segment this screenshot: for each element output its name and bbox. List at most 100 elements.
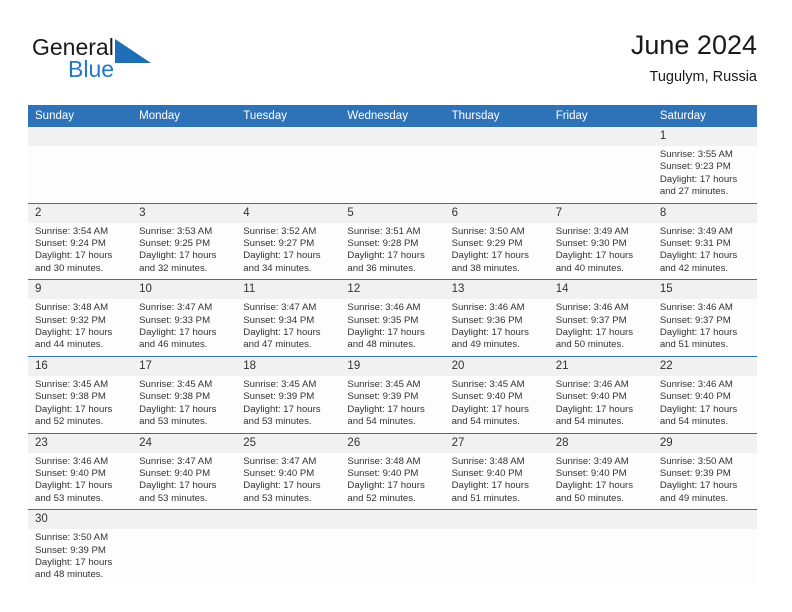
sunrise-text: Sunrise: 3:46 AM [451,302,525,314]
day-sun-info: Sunrise: 3:46 AM Sunset: 9:36 PM Daylight:… [445,299,549,356]
daylight-text-line1: Daylight: 17 hours [139,403,217,415]
calendar-day-cell[interactable]: 18 Sunrise: 3:45 AM Sunset: 9:39 PM Dayligh… [236,355,341,433]
sunset-text: Sunset: 9:24 PM [35,238,106,250]
sunrise-text: Sunrise: 3:46 AM [35,455,109,467]
sunrise-text: Sunrise: 3:47 AM [243,302,317,314]
daylight-text-line1: Daylight: 17 hours [659,173,738,185]
calendar-day-cell[interactable]: 2 Sunrise: 3:54 AM Sunset: 9:24 PM Daylight… [28,202,133,280]
daylight-text-line1: Daylight: 17 hours [659,480,738,492]
calendar-cell-empty [236,127,341,204]
calendar-day-cell[interactable]: 23 Sunrise: 3:46 AM Sunset: 9:40 PM Dayligh… [28,432,133,510]
calendar-day-cell[interactable]: 27 Sunrise: 3:48 AM Sunset: 9:40 PM Dayligh… [444,432,549,510]
calendar-day-cell[interactable]: 20 Sunrise: 3:45 AM Sunset: 9:40 PM Dayligh… [444,355,549,433]
sunset-text: Sunset: 9:23 PM [659,161,731,173]
sunrise-text: Sunrise: 3:45 AM [35,378,109,390]
day-sun-info: Sunrise: 3:47 AM Sunset: 9:40 PM Daylight:… [132,453,236,510]
calendar-day-cell[interactable]: 17 Sunrise: 3:45 AM Sunset: 9:38 PM Dayligh… [132,355,237,433]
sunrise-text: Sunrise: 3:48 AM [451,455,525,467]
daylight-text-line2: and 47 minutes. [243,339,312,351]
sunset-text: Sunset: 9:40 PM [347,467,419,479]
sunrise-text: Sunrise: 3:45 AM [347,378,421,390]
daylight-text-line2: and 44 minutes. [35,339,104,351]
day-number: 12 [340,280,445,300]
day-number: 20 [444,356,549,376]
calendar-day-cell[interactable]: 9 Sunrise: 3:48 AM Sunset: 9:32 PM Daylight… [28,279,133,357]
sunrise-text: Sunrise: 3:45 AM [243,378,317,390]
day-number: 14 [548,280,653,300]
calendar-day-cell[interactable]: 24 Sunrise: 3:47 AM Sunset: 9:40 PM Dayligh… [132,432,237,510]
calendar-day-cell[interactable]: 7 Sunrise: 3:49 AM Sunset: 9:30 PM Daylight… [548,202,653,280]
daylight-text-line2: and 38 minutes. [451,262,520,274]
day-number: 24 [132,433,237,453]
weekday-header-thursday: Thursday [444,105,549,127]
calendar-day-cell[interactable]: 14 Sunrise: 3:46 AM Sunset: 9:37 PM Dayligh… [548,279,653,357]
sunrise-text: Sunrise: 3:55 AM [659,149,733,160]
sunset-text: Sunset: 9:27 PM [243,238,315,250]
sunrise-text: Sunrise: 3:47 AM [139,455,213,467]
brand-logo[interactable]: General Blue [32,34,232,90]
daylight-text-line2: and 54 minutes. [347,416,416,428]
daylight-text-line1: Daylight: 17 hours [659,403,738,415]
calendar-day-cell[interactable]: 11 Sunrise: 3:47 AM Sunset: 9:34 PM Dayligh… [236,279,341,357]
calendar-day-cell[interactable]: 3 Sunrise: 3:53 AM Sunset: 9:25 PM Daylight… [132,202,237,280]
sunrise-text: Sunrise: 3:49 AM [555,455,629,467]
daylight-text-line2: and 42 minutes. [659,262,729,274]
calendar-day-cell[interactable]: 5 Sunrise: 3:51 AM Sunset: 9:28 PM Daylight… [340,202,445,280]
day-number [28,127,133,146]
day-number: 21 [548,356,653,376]
calendar-day-cell[interactable]: 30 Sunrise: 3:50 AM Sunset: 9:39 PM Dayligh… [28,509,133,586]
calendar-day-cell[interactable]: 25 Sunrise: 3:47 AM Sunset: 9:40 PM Dayligh… [236,432,341,510]
calendar-day-cell[interactable]: 4 Sunrise: 3:52 AM Sunset: 9:27 PM Daylight… [236,202,341,280]
daylight-text-line2: and 52 minutes. [347,492,416,504]
daylight-text-line1: Daylight: 17 hours [451,327,529,339]
day-number: 6 [444,203,549,223]
calendar-day-cell[interactable]: 16 Sunrise: 3:45 AM Sunset: 9:38 PM Dayligh… [28,355,133,433]
day-number: 22 [652,356,757,376]
calendar-day-cell[interactable]: 21 Sunrise: 3:46 AM Sunset: 9:40 PM Dayligh… [548,355,653,433]
day-number [548,127,653,146]
calendar-day-cell[interactable]: 10 Sunrise: 3:47 AM Sunset: 9:33 PM Dayligh… [132,279,237,357]
sunrise-text: Sunrise: 3:46 AM [555,378,629,390]
daylight-text-line1: Daylight: 17 hours [555,403,634,415]
calendar-day-cell[interactable]: 29 Sunrise: 3:50 AM Sunset: 9:39 PM Dayligh… [652,432,757,510]
sunset-text: Sunset: 9:37 PM [659,314,731,326]
day-number [132,510,237,530]
calendar-day-cell[interactable]: 19 Sunrise: 3:45 AM Sunset: 9:39 PM Dayligh… [340,355,445,433]
sunset-text: Sunset: 9:40 PM [659,391,731,403]
calendar-day-cell[interactable]: 22 Sunrise: 3:46 AM Sunset: 9:40 PM Dayligh… [652,355,757,433]
daylight-text-line2: and 49 minutes. [659,492,729,504]
day-sun-info: Sunrise: 3:49 AM Sunset: 9:40 PM Daylight:… [549,453,653,510]
calendar-day-cell[interactable]: 8 Sunrise: 3:49 AM Sunset: 9:31 PM Daylight… [652,202,757,280]
daylight-text-line2: and 49 minutes. [451,339,520,351]
day-number: 8 [652,203,757,223]
calendar-day-cell[interactable]: 26 Sunrise: 3:48 AM Sunset: 9:40 PM Dayligh… [340,432,445,510]
page-header: General Blue June 2024 Tugulym, Russia [28,28,757,96]
day-sun-info: Sunrise: 3:46 AM Sunset: 9:35 PM Daylight:… [340,299,444,356]
calendar-day-cell[interactable]: 15 Sunrise: 3:46 AM Sunset: 9:37 PM Dayligh… [652,279,757,357]
day-number [444,127,549,146]
calendar-cell-empty [548,127,653,204]
daylight-text-line2: and 32 minutes. [139,262,208,274]
brand-name-blue: Blue [68,56,115,82]
sunset-text: Sunset: 9:33 PM [139,314,211,326]
daylight-text-line1: Daylight: 17 hours [243,480,321,492]
weekday-header-saturday: Saturday [652,105,757,127]
day-number: 1 [652,127,757,146]
sunrise-text: Sunrise: 3:49 AM [659,225,733,237]
day-sun-info: Sunrise: 3:47 AM Sunset: 9:34 PM Daylight:… [236,299,340,356]
sunset-text: Sunset: 9:40 PM [451,391,523,403]
day-sun-info: Sunrise: 3:48 AM Sunset: 9:40 PM Daylight:… [340,453,444,510]
calendar-day-cell[interactable]: 12 Sunrise: 3:46 AM Sunset: 9:35 PM Dayligh… [340,279,445,357]
day-sun-info: Sunrise: 3:45 AM Sunset: 9:39 PM Daylight:… [236,376,340,433]
calendar-day-cell[interactable]: 6 Sunrise: 3:50 AM Sunset: 9:29 PM Daylight… [444,202,549,280]
calendar-body: 1 Sunrise: 3:55 AM Sunset: 9:23 PM Daylight… [28,127,757,586]
day-number: 28 [548,433,653,453]
day-sun-info: Sunrise: 3:46 AM Sunset: 9:40 PM Daylight:… [653,376,757,433]
calendar-day-cell[interactable]: 28 Sunrise: 3:49 AM Sunset: 9:40 PM Dayligh… [548,432,653,510]
day-sun-info: Sunrise: 3:45 AM Sunset: 9:39 PM Daylight:… [340,376,444,433]
sunrise-text: Sunrise: 3:46 AM [659,378,733,390]
calendar-day-cell[interactable]: 1 Sunrise: 3:55 AM Sunset: 9:23 PM Daylight… [652,127,757,204]
calendar-day-cell[interactable]: 13 Sunrise: 3:46 AM Sunset: 9:36 PM Dayligh… [444,279,549,357]
calendar-week-row: 23 Sunrise: 3:46 AM Sunset: 9:40 PM Dayligh… [28,432,757,510]
sunrise-text: Sunrise: 3:47 AM [139,302,213,314]
